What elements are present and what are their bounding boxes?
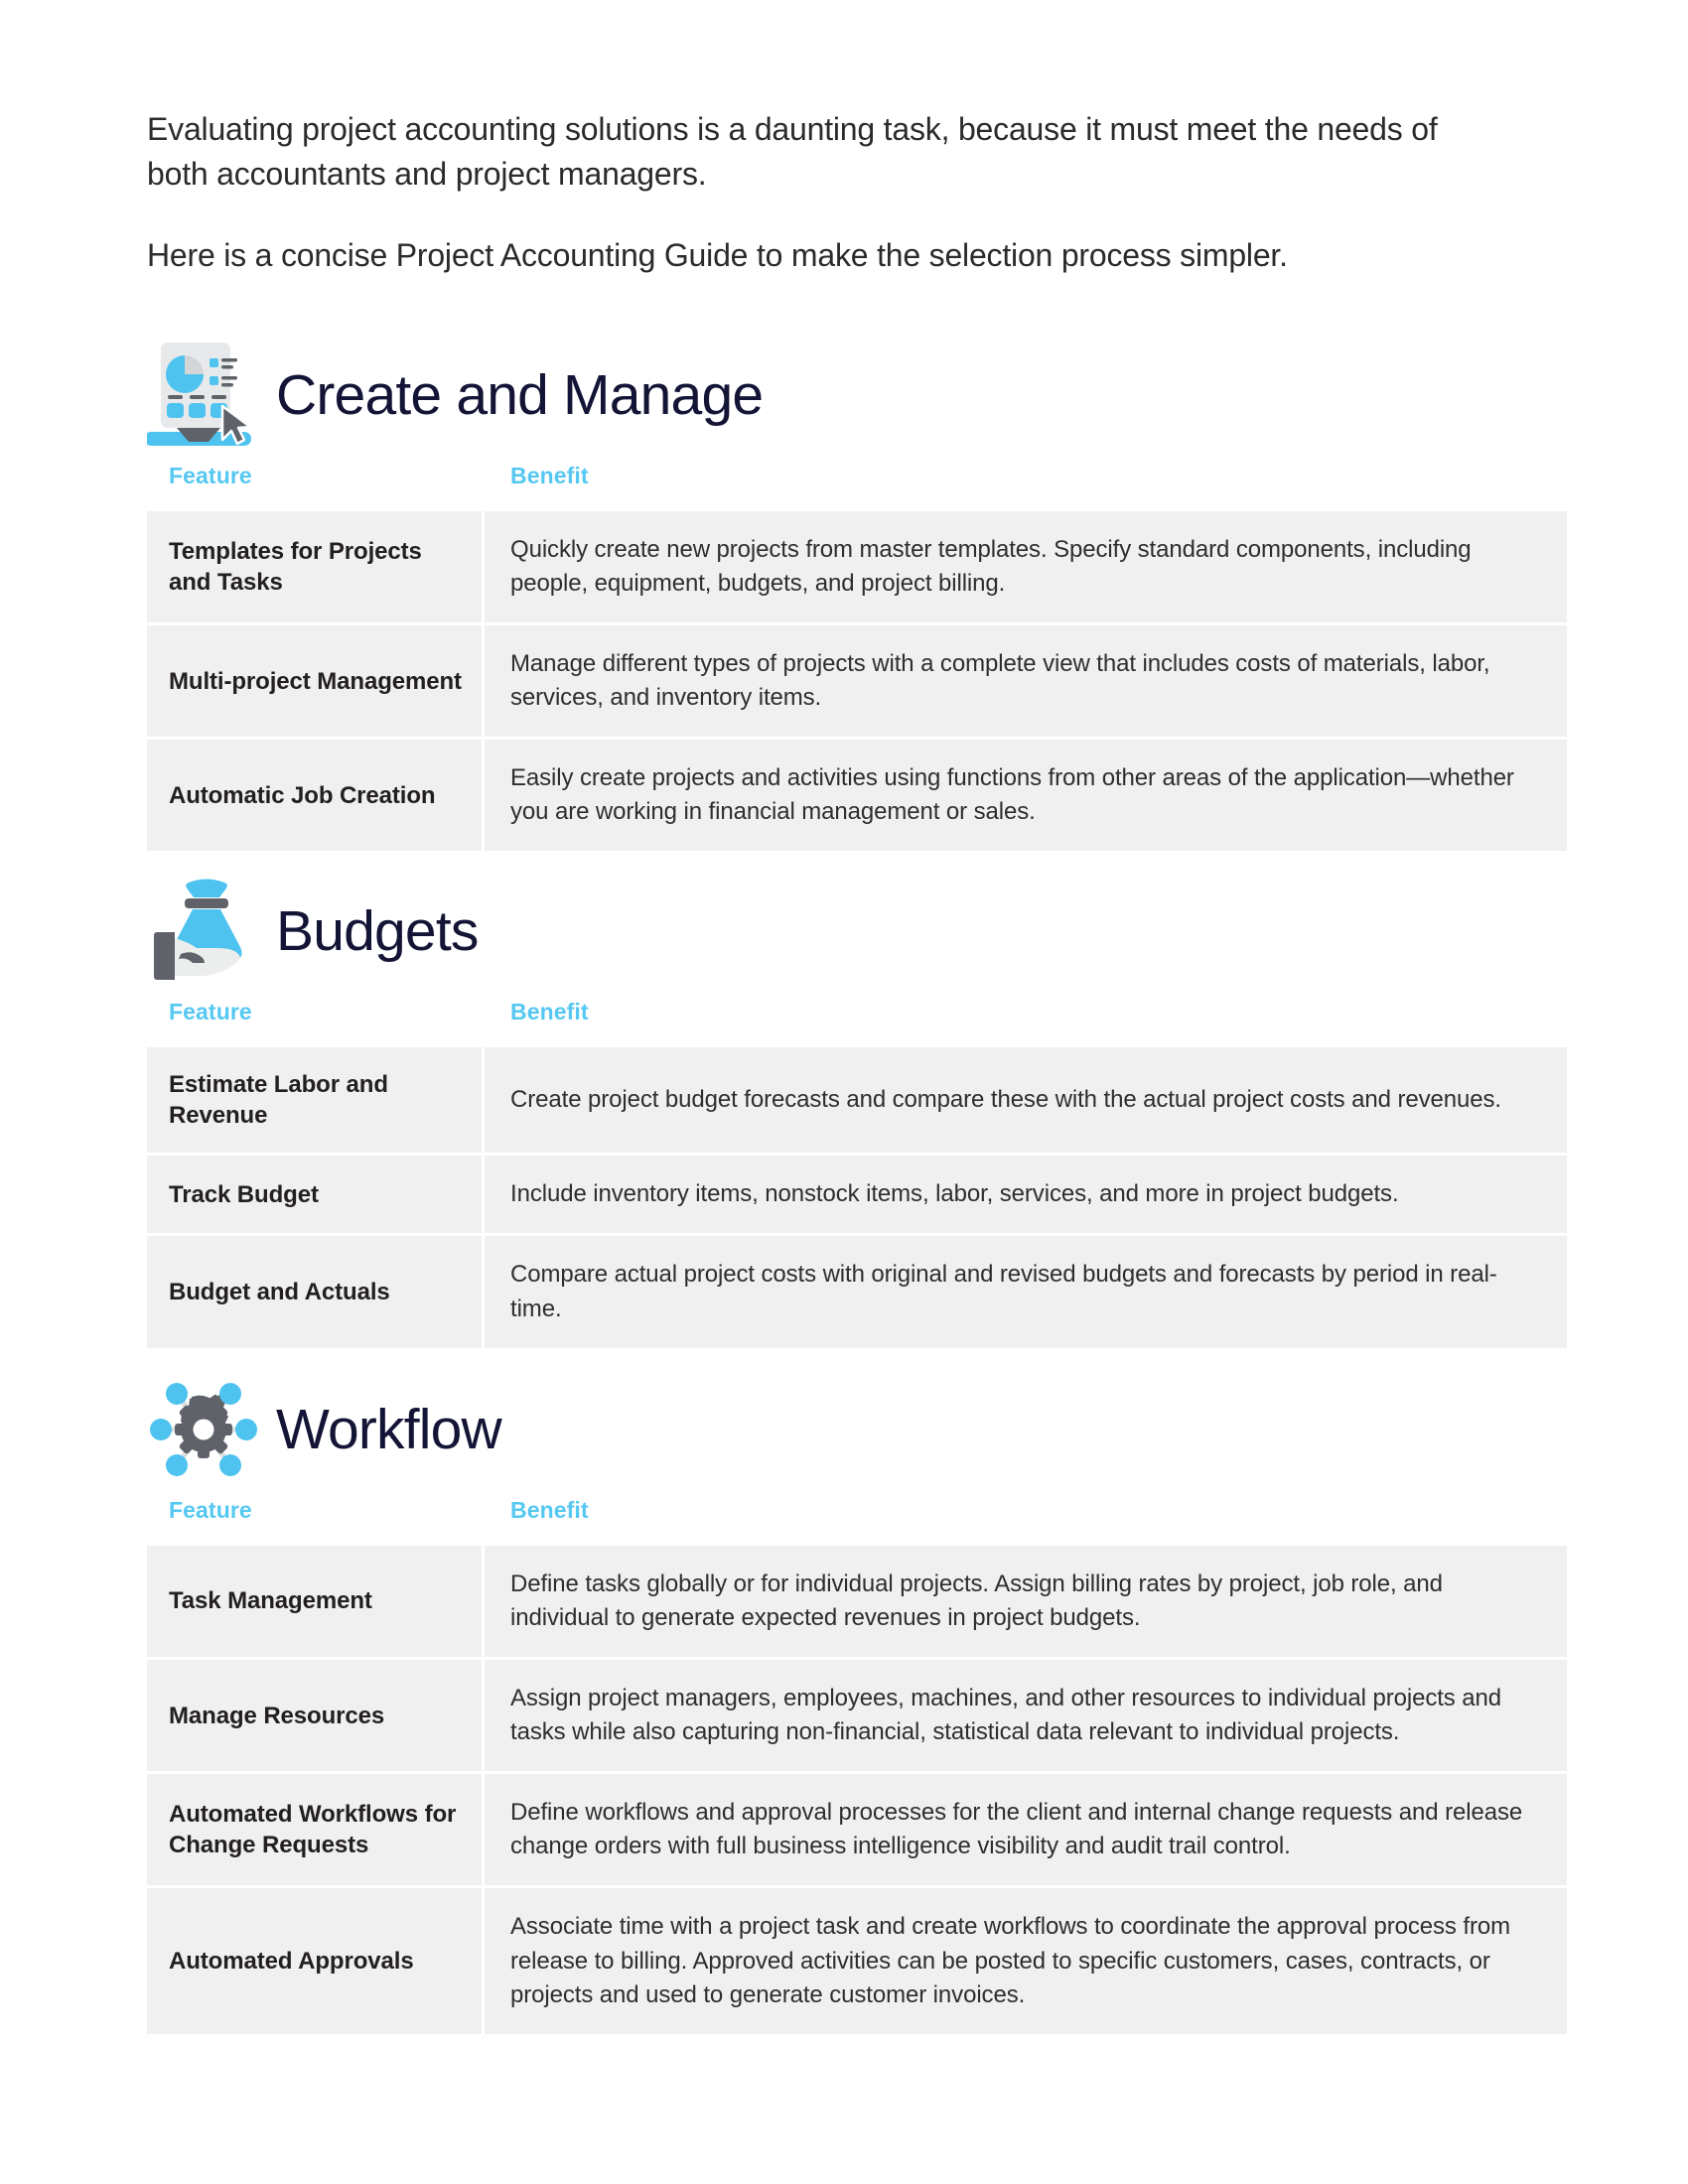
document-page: Evaluating project accounting solutions … — [0, 0, 1688, 2184]
table-row: Budget and Actuals Compare actual projec… — [147, 1236, 1567, 1348]
benefit-cell: Easily create projects and activities us… — [485, 740, 1567, 852]
column-header-benefit: Benefit — [510, 463, 589, 488]
feature-cell: Task Management — [147, 1546, 485, 1661]
column-header-feature: Feature — [169, 1497, 252, 1523]
section-header: Budgets — [147, 874, 1567, 989]
feature-cell: Automated Approvals — [147, 1888, 485, 2034]
table-row: Task Management Define tasks globally or… — [147, 1546, 1567, 1661]
feature-cell: Automatic Job Creation — [147, 740, 485, 852]
section-title: Create and Manage — [276, 362, 764, 427]
section-header: Create and Manage — [147, 338, 1567, 453]
column-header-feature: Feature — [169, 999, 252, 1024]
benefit-cell: Compare actual project costs with origin… — [485, 1236, 1567, 1348]
benefit-cell: Manage different types of projects with … — [485, 625, 1567, 741]
section-budgets: Budgets Feature Benefit Estimate Labor a… — [147, 874, 1567, 1348]
table-row: Automated Approvals Associate time with … — [147, 1888, 1567, 2034]
table-row: Manage Resources Assign project managers… — [147, 1660, 1567, 1775]
benefit-cell: Quickly create new projects from master … — [485, 511, 1567, 626]
table-header-row: Feature Benefit — [147, 995, 1567, 1047]
table-row: Multi-project Management Manage differen… — [147, 625, 1567, 741]
benefit-cell: Include inventory items, nonstock items,… — [485, 1156, 1567, 1237]
intro-paragraph-1: Evaluating project accounting solutions … — [147, 111, 1438, 193]
dashboard-report-cursor-icon — [147, 341, 262, 450]
column-header-feature: Feature — [169, 463, 252, 488]
table-row: Templates for Projects and Tasks Quickly… — [147, 511, 1567, 626]
section-workflow: Workflow Feature Benefit Task Management… — [147, 1372, 1567, 2034]
benefit-cell: Associate time with a project task and c… — [485, 1888, 1567, 2034]
section-title: Budgets — [276, 898, 479, 963]
feature-cell: Manage Resources — [147, 1660, 485, 1775]
benefit-cell: Create project budget forecasts and comp… — [485, 1047, 1567, 1157]
benefit-cell: Define tasks globally or for individual … — [485, 1546, 1567, 1661]
column-header-benefit: Benefit — [510, 999, 589, 1024]
table-row: Estimate Labor and Revenue Create projec… — [147, 1047, 1567, 1157]
gear-network-nodes-icon — [147, 1375, 262, 1484]
money-bag-in-hand-icon — [147, 877, 262, 986]
intro-paragraph-2: Here is a concise Project Accounting Gui… — [147, 236, 1288, 273]
feature-cell: Multi-project Management — [147, 625, 485, 741]
feature-cell: Estimate Labor and Revenue — [147, 1047, 485, 1157]
benefit-cell: Assign project managers, employees, mach… — [485, 1660, 1567, 1775]
section-title: Workflow — [276, 1397, 502, 1461]
feature-benefit-table: Feature Benefit Estimate Labor and Reven… — [147, 995, 1567, 1348]
intro-block: Evaluating project accounting solutions … — [147, 107, 1497, 278]
feature-benefit-table: Feature Benefit Templates for Projects a… — [147, 459, 1567, 852]
table-row: Track Budget Include inventory items, no… — [147, 1156, 1567, 1237]
section-header: Workflow — [147, 1372, 1567, 1487]
feature-benefit-table: Feature Benefit Task Management Define t… — [147, 1493, 1567, 2034]
section-create-and-manage: Create and Manage Feature Benefit Templa… — [147, 338, 1567, 852]
column-header-benefit: Benefit — [510, 1497, 589, 1523]
feature-cell: Budget and Actuals — [147, 1236, 485, 1348]
feature-cell: Templates for Projects and Tasks — [147, 511, 485, 626]
table-row: Automatic Job Creation Easily create pro… — [147, 740, 1567, 852]
benefit-cell: Define workflows and approval processes … — [485, 1774, 1567, 1889]
feature-cell: Automated Workflows for Change Requests — [147, 1774, 485, 1889]
feature-cell: Track Budget — [147, 1156, 485, 1237]
table-header-row: Feature Benefit — [147, 1493, 1567, 1546]
table-header-row: Feature Benefit — [147, 459, 1567, 511]
table-row: Automated Workflows for Change Requests … — [147, 1774, 1567, 1889]
